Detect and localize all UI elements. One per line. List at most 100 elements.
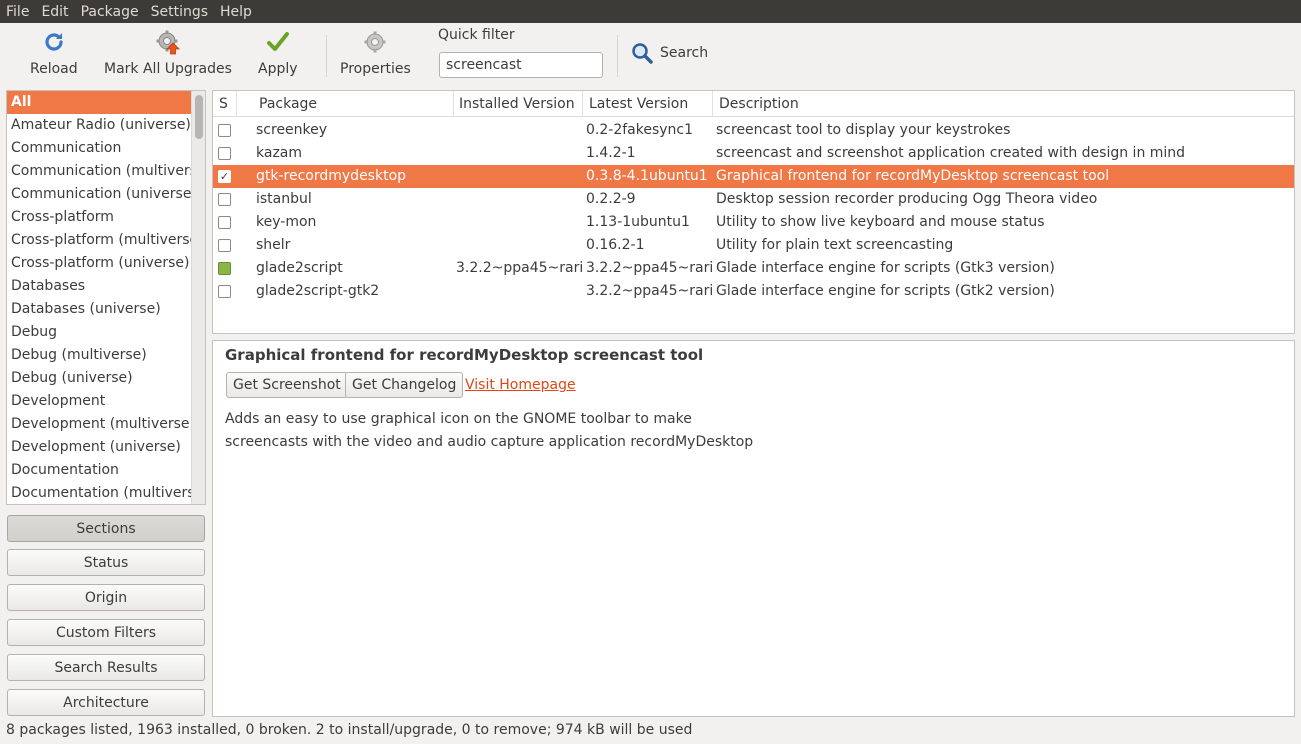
package-checkbox[interactable] (218, 147, 231, 160)
custom-filters-button[interactable]: Custom Filters (7, 619, 205, 646)
column-package[interactable]: Package (253, 91, 454, 117)
table-row[interactable]: kazam 1.4.2-1 screencast and screenshot ap… (213, 142, 1294, 165)
toolbar-separator (617, 35, 618, 77)
get-changelog-button[interactable]: Get Changelog (345, 372, 464, 398)
quick-filter-input[interactable] (439, 52, 603, 78)
reload-button[interactable]: Reload (30, 29, 78, 77)
package-checkbox[interactable] (218, 262, 231, 275)
package-name-cell: glade2script (256, 260, 343, 276)
section-item[interactable]: Development (7, 390, 193, 413)
description-line: screencasts with the video and audio cap… (225, 434, 754, 450)
description-cell: Graphical frontend for recordMyDesktop s… (716, 168, 1110, 184)
package-checkbox[interactable] (218, 285, 231, 298)
description-cell: Glade interface engine for scripts (Gtk3… (716, 260, 1055, 276)
package-checkbox[interactable] (218, 124, 231, 137)
menu-package[interactable]: Package (81, 4, 139, 20)
installed-version-cell (456, 188, 583, 211)
sections-filter-button[interactable]: Sections (7, 515, 205, 542)
package-name-cell: key-mon (256, 214, 317, 230)
section-item[interactable]: Debug (universe) (7, 367, 193, 390)
gear-icon (362, 29, 388, 55)
installed-version-cell (456, 119, 583, 142)
reload-label: Reload (30, 61, 78, 77)
section-item[interactable]: Cross-platform (7, 206, 193, 229)
table-row[interactable]: ✓ gtk-recordmydesktop 0.3.8-4.1ubuntu1 Grap… (213, 165, 1294, 188)
package-name-cell: screenkey (256, 122, 328, 138)
section-item[interactable]: Communication (multiverse) (7, 160, 193, 183)
menu-file[interactable]: File (6, 4, 29, 20)
section-item[interactable]: Databases (7, 275, 193, 298)
mark-all-upgrades-label: Mark All Upgrades (104, 61, 232, 77)
table-row[interactable]: istanbul 0.2.2-9 Desktop session recorder … (213, 188, 1294, 211)
latest-version-cell: 0.2.2-9 (586, 191, 636, 207)
table-row[interactable]: glade2script 3.2.2~ppa45~raring3.2.2~ppa4… (213, 257, 1294, 280)
sections-scrollbar-thumb[interactable] (195, 95, 203, 139)
table-row[interactable]: key-mon 1.13-1ubuntu1 Utility to show live… (213, 211, 1294, 234)
origin-filter-button[interactable]: Origin (7, 584, 205, 611)
section-item[interactable]: Documentation (multiverse) (7, 482, 193, 504)
description-cell: screencast tool to display your keystrok… (716, 122, 1011, 138)
section-item[interactable]: Development (universe) (7, 436, 193, 459)
latest-version-cell: 1.4.2-1 (586, 145, 636, 161)
section-item[interactable]: Debug (7, 321, 193, 344)
package-details: Graphical frontend for recordMyDesktop s… (212, 340, 1295, 717)
section-item[interactable]: Cross-platform (universe) (7, 252, 193, 275)
search-label: Search (660, 45, 709, 61)
details-description: Adds an easy to use graphical icon on th… (225, 408, 753, 454)
search-results-button[interactable]: Search Results (7, 654, 205, 681)
toolbar: Reload Mark All Upgrades Apply Propertie… (0, 23, 1301, 87)
visit-homepage-link[interactable]: Visit Homepage (465, 377, 576, 393)
reload-icon (41, 29, 67, 55)
installed-version-cell: 3.2.2~ppa45~raring (456, 260, 583, 276)
installed-version-cell (456, 165, 583, 188)
latest-version-cell: 3.2.2~ppa45~raring (586, 283, 713, 299)
section-item[interactable]: Amateur Radio (universe) (7, 114, 193, 137)
package-table: S Package Installed Version Latest Versi… (212, 90, 1295, 334)
menu-settings[interactable]: Settings (151, 4, 208, 20)
architecture-filter-button[interactable]: Architecture (7, 689, 205, 716)
table-header: S Package Installed Version Latest Versi… (213, 91, 1294, 117)
column-latest-version[interactable]: Latest Version (583, 91, 713, 117)
table-row[interactable]: shelr 0.16.2-1 Utility for plain text scre… (213, 234, 1294, 257)
quick-filter-label: Quick filter (438, 27, 515, 43)
section-item[interactable]: Debug (multiverse) (7, 344, 193, 367)
apply-button[interactable]: Apply (258, 29, 298, 77)
section-item[interactable]: Communication (7, 137, 193, 160)
column-description[interactable]: Description (713, 91, 1294, 117)
installed-version-cell (456, 211, 583, 234)
latest-version-cell: 0.16.2-1 (586, 237, 645, 253)
menu-help[interactable]: Help (220, 4, 252, 20)
description-cell: Desktop session recorder producing Ogg T… (716, 191, 1098, 207)
sections-scrollbar[interactable] (191, 91, 205, 504)
checkmark-icon (265, 29, 291, 55)
description-line: Adds an easy to use graphical icon on th… (225, 411, 692, 427)
column-installed-version[interactable]: Installed Version (453, 91, 583, 117)
gear-upgrade-icon (155, 29, 181, 55)
package-name-cell: shelr (256, 237, 291, 253)
menu-edit[interactable]: Edit (41, 4, 68, 20)
mark-all-upgrades-button[interactable]: Mark All Upgrades (104, 29, 232, 77)
section-item[interactable]: Cross-platform (multiverse) (7, 229, 193, 252)
status-filter-button[interactable]: Status (7, 549, 205, 576)
section-item[interactable]: Documentation (7, 459, 193, 482)
section-item[interactable]: Development (multiverse) (7, 413, 193, 436)
latest-version-cell: 0.3.8-4.1ubuntu1 (586, 168, 708, 184)
description-cell: Glade interface engine for scripts (Gtk2… (716, 283, 1055, 299)
package-checkbox[interactable] (218, 239, 231, 252)
column-status[interactable]: S (213, 91, 237, 117)
properties-button[interactable]: Properties (340, 29, 411, 77)
sections-list[interactable]: All Amateur Radio (universe) Communication… (6, 90, 206, 505)
table-row[interactable]: glade2script-gtk2 3.2.2~ppa45~raringGlade… (213, 280, 1294, 303)
installed-version-cell (456, 142, 583, 165)
package-checkbox[interactable] (218, 193, 231, 206)
table-row[interactable]: screenkey 0.2-2fakesync1 screencast tool t… (213, 119, 1294, 142)
section-item[interactable]: All (7, 91, 193, 114)
description-cell: screencast and screenshot application cr… (716, 145, 1186, 161)
search-button[interactable]: Search (630, 41, 708, 65)
latest-version-cell: 0.2-2fakesync1 (586, 122, 694, 138)
package-checkbox[interactable]: ✓ (218, 170, 231, 183)
section-item[interactable]: Communication (universe) (7, 183, 193, 206)
package-checkbox[interactable] (218, 216, 231, 229)
get-screenshot-button[interactable]: Get Screenshot (226, 372, 348, 398)
section-item[interactable]: Databases (universe) (7, 298, 193, 321)
